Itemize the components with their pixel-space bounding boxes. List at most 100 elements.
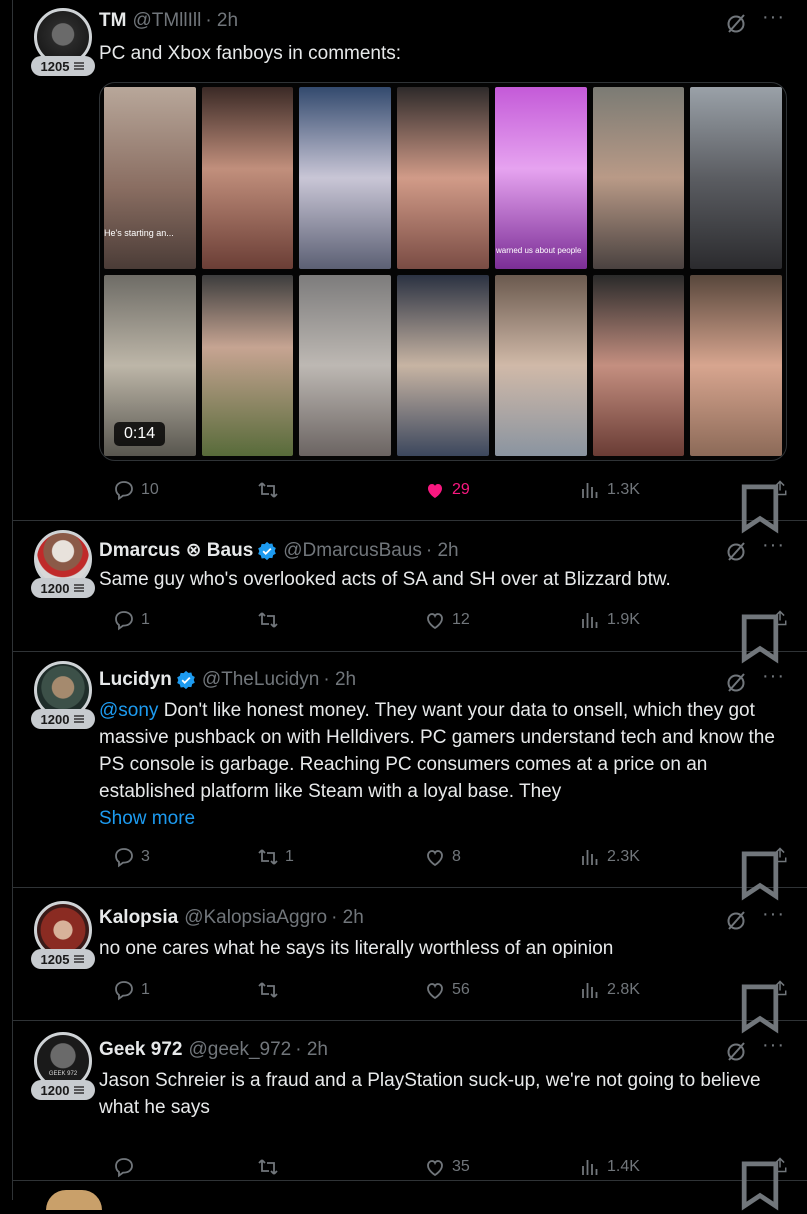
level-badge: 1205 xyxy=(31,949,95,969)
more-icon[interactable]: ··· xyxy=(762,665,785,688)
post-time[interactable]: · 2h xyxy=(331,907,364,929)
video-player[interactable]: He's starting an... warned us about peop… xyxy=(99,82,787,461)
more-icon[interactable]: ··· xyxy=(762,534,785,557)
video-frame xyxy=(592,274,685,456)
reply-icon xyxy=(115,481,133,501)
reply-button[interactable]: 10 xyxy=(113,479,159,501)
display-name[interactable]: Lucidyn xyxy=(99,669,172,691)
show-more-link[interactable]: Show more xyxy=(99,805,789,832)
views-icon xyxy=(582,483,598,498)
video-frame xyxy=(397,274,489,456)
video-frame xyxy=(201,87,294,269)
tweet-text: Same guy who's overlooked acts of SA and… xyxy=(99,569,671,590)
share-icon[interactable] xyxy=(771,609,789,627)
level-number: 1200 xyxy=(40,711,70,727)
user-handle[interactable]: @TMllIll xyxy=(132,10,201,32)
level-stack-icon xyxy=(74,1086,85,1094)
repost-button[interactable]: 1 xyxy=(257,846,294,868)
like-icon xyxy=(427,1160,443,1177)
reply-button[interactable]: 1 xyxy=(113,609,150,631)
share-icon[interactable] xyxy=(771,846,789,864)
level-badge: 1205 xyxy=(31,56,95,76)
share-icon[interactable] xyxy=(771,1156,789,1174)
video-caption: He's starting an... xyxy=(104,228,174,238)
video-frame xyxy=(104,87,196,269)
view-count: 1.3K xyxy=(607,481,640,498)
grok-icon[interactable] xyxy=(725,1040,747,1062)
user-handle[interactable]: @TheLucidyn xyxy=(202,669,320,691)
repost-button[interactable] xyxy=(257,979,285,1001)
user-handle[interactable]: @geek_972 xyxy=(188,1039,291,1061)
post-time[interactable]: · 2h xyxy=(323,669,356,691)
post-time[interactable]: · 2h xyxy=(205,10,238,32)
post-time[interactable]: · 2h xyxy=(426,540,459,562)
user-handle[interactable]: @KalopsiaAggro xyxy=(184,907,327,929)
tweet-actions: 1 12 1.9K xyxy=(99,609,789,664)
repost-button[interactable] xyxy=(257,479,285,501)
views-button[interactable]: 2.3K xyxy=(579,846,640,868)
like-count: 8 xyxy=(452,848,461,865)
share-icon[interactable] xyxy=(771,979,789,997)
reply-button[interactable]: 1 xyxy=(113,979,150,1001)
level-number: 1200 xyxy=(40,580,70,596)
like-button[interactable]: 35 xyxy=(424,1156,470,1178)
avatar-group[interactable]: 1205 xyxy=(31,901,95,969)
display-name[interactable]: Geek 972 xyxy=(99,1039,182,1061)
video-frame xyxy=(397,87,489,269)
views-button[interactable]: 1.9K xyxy=(579,609,640,631)
like-button[interactable]: 8 xyxy=(424,846,461,868)
avatar-group[interactable]: 1200 xyxy=(31,661,95,729)
tweet[interactable]: 1200 Dmarcus ⊗ Baus @DmarcusBaus · 2h ··… xyxy=(13,520,807,664)
views-icon xyxy=(582,850,598,865)
tweet-actions: 10 29 1.3K xyxy=(99,479,789,534)
level-number: 1200 xyxy=(40,1082,70,1098)
tweet-text: Jason Schreier is a fraud and a PlayStat… xyxy=(99,1070,761,1118)
mention-link[interactable]: @sony xyxy=(99,700,158,721)
repost-icon xyxy=(258,849,278,865)
verified-icon xyxy=(177,670,195,690)
views-button[interactable]: 1.4K xyxy=(579,1156,640,1178)
display-name[interactable]: Dmarcus ⊗ Baus xyxy=(99,539,253,562)
grok-icon[interactable] xyxy=(725,671,747,693)
avatar[interactable] xyxy=(46,1190,102,1210)
display-name[interactable]: Kalopsia xyxy=(99,907,178,929)
views-button[interactable]: 2.8K xyxy=(579,979,640,1001)
more-icon[interactable]: ··· xyxy=(762,1034,785,1057)
more-icon[interactable]: ··· xyxy=(762,6,785,29)
repost-icon xyxy=(258,612,278,628)
view-count: 2.3K xyxy=(607,848,640,865)
avatar-label: GEEK 972 xyxy=(48,1071,78,1077)
grok-icon[interactable] xyxy=(725,540,747,562)
repost-button[interactable] xyxy=(257,609,285,631)
level-badge: 1200 xyxy=(31,578,95,598)
views-icon xyxy=(582,983,598,998)
display-name[interactable]: TM xyxy=(99,10,126,32)
tweet[interactable]: 1205 TM @TMllIll · 2h ··· PC and Xbox fa… xyxy=(13,0,807,534)
more-icon[interactable]: ··· xyxy=(762,903,785,926)
grok-icon[interactable] xyxy=(725,12,747,34)
timeline: 1205 TM @TMllIll · 2h ··· PC and Xbox fa… xyxy=(12,0,807,1211)
level-badge: 1200 xyxy=(31,709,95,729)
like-button[interactable]: 12 xyxy=(424,609,470,631)
tweet[interactable]: GEEK 972 1200 Geek 972 @geek_972 · 2h ··… xyxy=(13,1020,807,1211)
like-button[interactable]: 29 xyxy=(424,479,470,501)
repost-button[interactable] xyxy=(257,1156,285,1178)
user-handle[interactable]: @DmarcusBaus xyxy=(283,540,422,562)
tweet[interactable]: 1200 Lucidyn @TheLucidyn · 2h ··· @sony … xyxy=(13,651,807,901)
avatar-group[interactable]: GEEK 972 1200 xyxy=(31,1032,95,1100)
like-button[interactable]: 56 xyxy=(424,979,470,1001)
tweet-actions: 1 56 2.8K xyxy=(99,979,789,1034)
avatar-group[interactable]: 1200 xyxy=(31,530,95,598)
tweet-text: @sony Don't like honest money. They want… xyxy=(99,697,789,832)
tweet[interactable]: 1205 Kalopsia @KalopsiaAggro · 2h ··· no… xyxy=(13,889,807,1034)
reply-icon xyxy=(115,981,133,1001)
avatar-group[interactable]: 1205 xyxy=(31,8,95,76)
share-icon[interactable] xyxy=(771,479,789,497)
reply-button[interactable]: 3 xyxy=(113,846,150,868)
grok-icon[interactable] xyxy=(725,909,747,931)
reply-button[interactable] xyxy=(113,1156,141,1178)
like-icon xyxy=(427,613,443,630)
views-button[interactable]: 1.3K xyxy=(579,479,640,501)
post-time[interactable]: · 2h xyxy=(295,1039,328,1061)
video-frame xyxy=(201,274,294,456)
